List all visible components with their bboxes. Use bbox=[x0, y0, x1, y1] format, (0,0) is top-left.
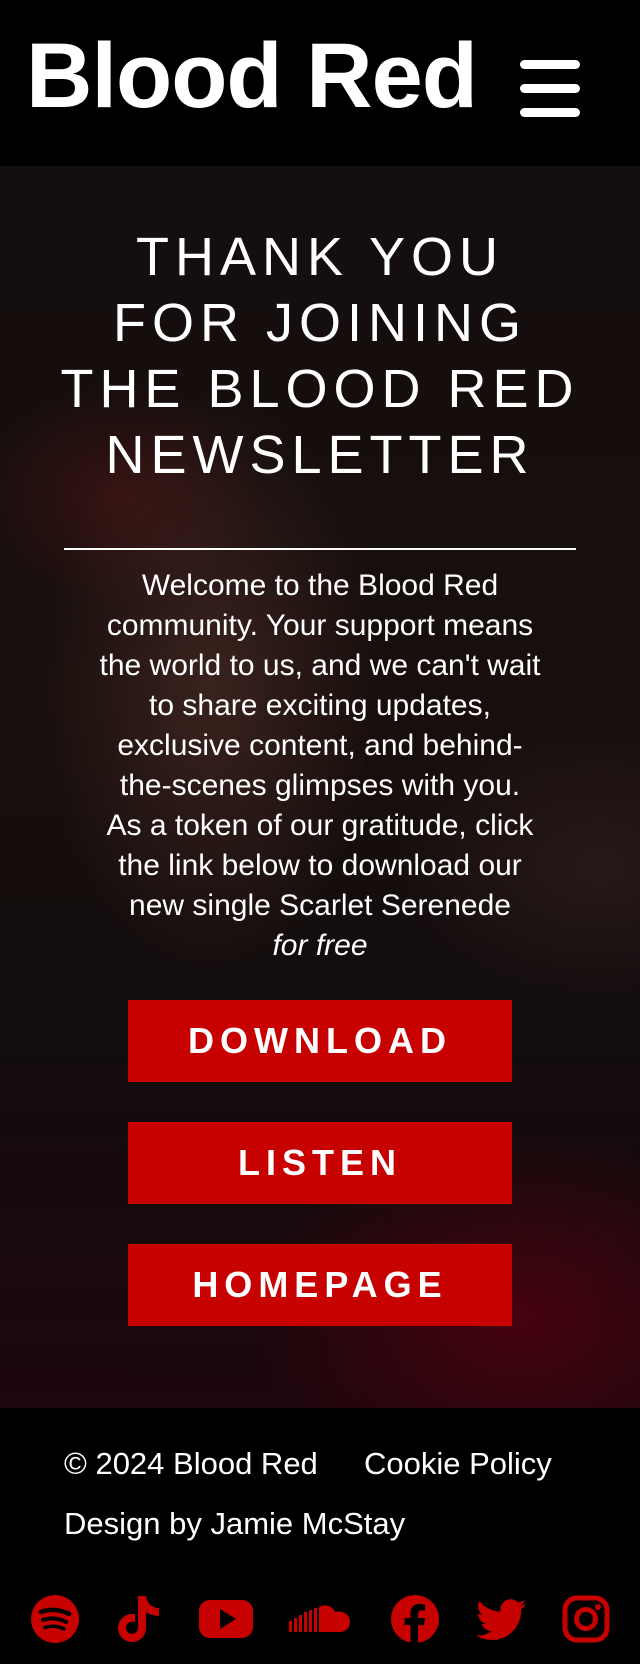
page-title: THANK YOU FOR JOINING THE BLOOD RED NEWS… bbox=[40, 224, 600, 488]
designer-credit-link[interactable]: Design by Jamie McStay bbox=[64, 1506, 405, 1542]
cookie-policy-link[interactable]: Cookie Policy bbox=[364, 1446, 552, 1482]
body-line: to share exciting updates, bbox=[149, 689, 491, 722]
divider bbox=[64, 548, 576, 550]
spotify-icon[interactable] bbox=[30, 1594, 80, 1646]
body-line: new single Scarlet Serenede bbox=[129, 889, 511, 922]
instagram-icon[interactable] bbox=[562, 1594, 610, 1646]
title-line: THE BLOOD RED bbox=[60, 359, 580, 419]
title-line: FOR JOINING bbox=[113, 293, 527, 353]
body-line: As a token of our gratitude, click bbox=[106, 809, 534, 842]
soundcloud-icon[interactable] bbox=[288, 1594, 354, 1646]
body-line: exclusive content, and behind- bbox=[117, 729, 523, 762]
body-line: community. Your support means bbox=[106, 609, 534, 642]
brand-logo[interactable]: Blood Red bbox=[26, 30, 478, 122]
youtube-icon[interactable] bbox=[198, 1594, 254, 1646]
body-line: the link below to download our bbox=[118, 849, 522, 882]
for-free-emphasis: for free bbox=[272, 929, 368, 962]
twitter-icon[interactable] bbox=[476, 1594, 528, 1646]
homepage-button[interactable]: HOMEPAGE bbox=[128, 1244, 512, 1326]
body-line: Welcome to the Blood Red bbox=[141, 569, 499, 602]
copyright-text: © 2024 Blood Red bbox=[64, 1446, 318, 1481]
download-button[interactable]: DOWNLOAD bbox=[128, 1000, 512, 1082]
body-line: the-scenes glimpses with you. bbox=[119, 769, 521, 802]
listen-button[interactable]: LISTEN bbox=[128, 1122, 512, 1204]
title-line: NEWSLETTER bbox=[105, 425, 535, 485]
facebook-icon[interactable] bbox=[390, 1594, 440, 1646]
site-header: Blood Red bbox=[0, 0, 640, 166]
hamburger-menu-icon[interactable] bbox=[518, 60, 582, 118]
welcome-message: Welcome to the Blood Red community. Your… bbox=[60, 566, 580, 966]
site-footer: © 2024 Blood Red Cookie Policy Design by… bbox=[0, 1408, 640, 1664]
title-line: THANK YOU bbox=[135, 227, 505, 287]
tiktok-icon[interactable] bbox=[116, 1594, 162, 1646]
hero-section: THANK YOU FOR JOINING THE BLOOD RED NEWS… bbox=[0, 166, 640, 1408]
body-line: the world to us, and we can't wait bbox=[99, 649, 541, 682]
